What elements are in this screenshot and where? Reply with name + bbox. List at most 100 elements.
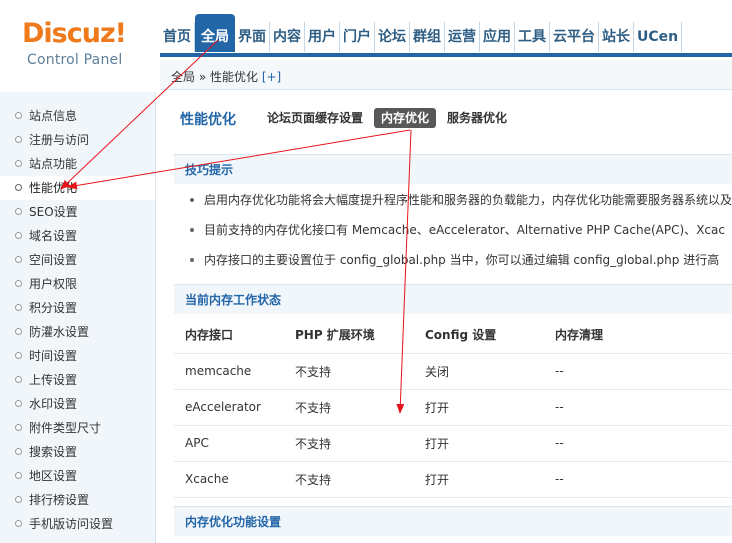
bullet-icon [15,256,22,263]
nav-forum[interactable]: 论坛 [375,22,410,52]
breadcrumb-text: 全局 » 性能优化 [171,70,258,84]
logo-wordmark: Discuz! [22,18,127,49]
nav-tools[interactable]: 工具 [515,22,550,52]
sidebar-item-seo[interactable]: SEO设置 [0,200,155,224]
tip-text: 内存接口的主要设置位于 config_global.php 当中，你可以通过编辑… [204,253,720,267]
status-header: 当前内存工作状态 [174,284,732,314]
tab-server-optimization[interactable]: 服务器优化 [440,108,514,128]
nav-underline [160,53,732,57]
bullet-icon [15,448,22,455]
sidebar-item-anti-spam[interactable]: 防灌水设置 [0,320,155,344]
bullet-icon [15,328,22,335]
table-cell: -- [544,353,732,390]
tip-item: 启用内存优化功能将会大幅度提升程序性能和服务器的负载能力，内存优化功能需要服务器… [174,185,732,215]
sidebar-item-user-permissions[interactable]: 用户权限 [0,272,155,296]
sidebar-item-time[interactable]: 时间设置 [0,344,155,368]
sidebar-item-watermark[interactable]: 水印设置 [0,392,155,416]
table-cell: 关闭 [414,353,544,390]
nav-global[interactable]: 全局 [195,14,235,52]
table-cell: 不支持 [284,389,414,426]
bullet-icon [15,232,22,239]
bullet-icon [15,352,22,359]
bullet-icon [15,280,22,287]
sidebar-item-mobile-access[interactable]: 手机版访问设置 [0,512,155,536]
memory-status-table: 内存接口 PHP 扩展环境 Config 设置 内存清理 memcache 不支… [174,317,732,498]
sidebar-item-register-access[interactable]: 注册与访问 [0,128,155,152]
sidebar-item-site-info[interactable]: 站点信息 [0,104,155,128]
sidebar: 站点信息 注册与访问 站点功能 性能优化 SEO设置 域名设置 空间设置 用户权… [0,92,156,543]
sidebar-item-label: 搜索设置 [29,445,78,459]
nav-apps[interactable]: 应用 [480,22,515,52]
sidebar-item-ranking[interactable]: 排行榜设置 [0,488,155,512]
tip-item: 内存接口的主要设置位于 config_global.php 当中，你可以通过编辑… [174,245,732,275]
sidebar-item-domain[interactable]: 域名设置 [0,224,155,248]
nav-cloud[interactable]: 云平台 [550,22,599,52]
sidebar-item-credits[interactable]: 积分设置 [0,296,155,320]
sidebar-item-label: 站点功能 [29,157,78,171]
sidebar-item-label: 手机版访问设置 [29,517,114,531]
nav-operations[interactable]: 运营 [445,22,480,52]
discuz-logo[interactable]: Discuz! Control Panel [22,18,132,68]
sidebar-menu: 站点信息 注册与访问 站点功能 性能优化 SEO设置 域名设置 空间设置 用户权… [0,92,155,536]
sidebar-item-label: 时间设置 [29,349,78,363]
bullet-icon [15,184,22,191]
bullet-icon [15,496,22,503]
bullet-icon [15,400,22,407]
sidebar-item-label: SEO设置 [29,205,78,219]
bullet-icon [15,136,22,143]
column-header: 内存清理 [544,317,732,354]
sidebar-item-performance[interactable]: 性能优化 [0,176,155,200]
main-content: 性能优化 论坛页面缓存设置 内存优化 服务器优化 技巧提示 启用内存优化功能将会… [160,91,732,543]
nav-content[interactable]: 内容 [270,22,305,52]
tab-forum-page-cache[interactable]: 论坛页面缓存设置 [260,108,370,128]
sidebar-item-attachment-types[interactable]: 附件类型尺寸 [0,416,155,440]
table-header-row: 内存接口 PHP 扩展环境 Config 设置 内存清理 [174,317,732,354]
table-cell: 不支持 [284,425,414,462]
table-cell: memcache [174,353,284,390]
sidebar-item-label: 排行榜设置 [29,493,90,507]
bullet-icon [190,228,194,232]
sidebar-item-label: 地区设置 [29,469,78,483]
sidebar-item-label: 上传设置 [29,373,78,387]
sidebar-item-label: 附件类型尺寸 [29,421,102,435]
sidebar-item-label: 性能优化 [29,181,78,195]
table-row: eAccelerator 不支持 打开 -- [174,389,732,426]
table-cell: 打开 [414,461,544,498]
nav-ucenter[interactable]: UCen [634,22,683,52]
sidebar-item-label: 防灌水设置 [29,325,90,339]
nav-portal[interactable]: 门户 [340,22,375,52]
bullet-icon [15,376,22,383]
nav-webmaster[interactable]: 站长 [599,22,634,52]
sidebar-item-space[interactable]: 空间设置 [0,248,155,272]
sidebar-item-search[interactable]: 搜索设置 [0,440,155,464]
sidebar-item-site-features[interactable]: 站点功能 [0,152,155,176]
nav-users[interactable]: 用户 [305,22,340,52]
bullet-icon [15,520,22,527]
bullet-icon [190,258,194,262]
settings-header: 内存优化功能设置 [174,506,732,536]
table-cell: 打开 [414,389,544,426]
table-cell: Xcache [174,461,284,498]
breadcrumb: 全局 » 性能优化 [+] [171,68,281,85]
page-title: 性能优化 [180,112,236,128]
sidebar-item-label: 用户权限 [29,277,78,291]
sidebar-item-upload[interactable]: 上传设置 [0,368,155,392]
table-row: Xcache 不支持 打开 -- [174,461,732,498]
tip-text: 启用内存优化功能将会大幅度提升程序性能和服务器的负载能力，内存优化功能需要服务器… [204,193,732,207]
sidebar-item-label: 水印设置 [29,397,78,411]
tab-memory-optimization[interactable]: 内存优化 [374,108,437,128]
bullet-icon [15,112,22,119]
table-cell: -- [544,461,732,498]
bullet-icon [15,472,22,479]
top-nav: 首页 全局 界面 内容 用户 门户 论坛 群组 运营 应用 工具 云平台 站长 … [160,14,683,52]
sidebar-item-region[interactable]: 地区设置 [0,464,155,488]
breadcrumb-bar: 全局 » 性能优化 [+] [160,60,732,90]
bullet-icon [15,208,22,215]
nav-groups[interactable]: 群组 [410,22,445,52]
nav-interface[interactable]: 界面 [235,22,270,52]
tip-text: 目前支持的内存优化接口有 Memcache、eAccelerator、Alter… [204,223,725,237]
add-shortcut-link[interactable]: [+] [262,70,281,84]
bullet-icon [15,424,22,431]
nav-home[interactable]: 首页 [160,22,195,52]
header: Discuz! Control Panel 首页 全局 界面 内容 用户 门户 … [0,0,732,68]
